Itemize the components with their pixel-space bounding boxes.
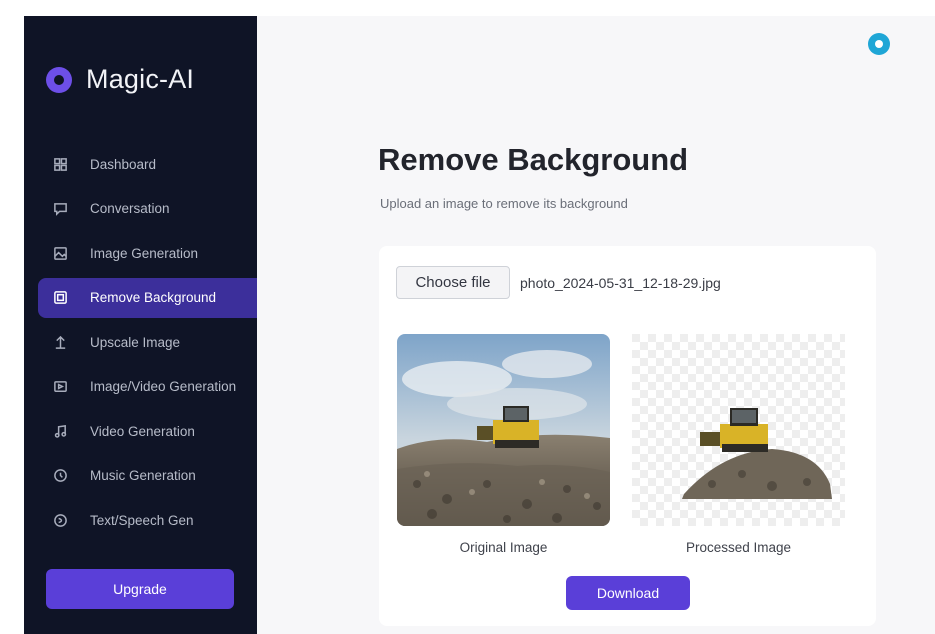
sidebar-item-label: Music Generation [90, 468, 196, 483]
sidebar-item-label: Remove Background [90, 290, 217, 305]
sidebar-nav: Dashboard Conversation Image Generation … [38, 144, 257, 545]
sidebar: Magic-AI Dashboard Conversation Image Ge… [24, 16, 257, 634]
user-status-icon[interactable] [868, 33, 890, 55]
music-note-icon [52, 423, 68, 439]
sidebar-item-video-generation[interactable]: Video Generation [38, 411, 257, 451]
download-button[interactable]: Download [566, 576, 690, 610]
image-icon [52, 245, 68, 261]
sidebar-item-label: Video Generation [90, 423, 195, 439]
original-image [397, 334, 610, 526]
sidebar-item-conversation[interactable]: Conversation [38, 189, 257, 229]
sidebar-item-music-generation[interactable]: Music Generation [38, 456, 257, 496]
grid-icon [52, 156, 68, 172]
video-frame-icon [52, 379, 68, 395]
sidebar-item-remove-background[interactable]: Remove Background [38, 277, 257, 318]
page-subtitle: Upload an image to remove its background [380, 196, 628, 211]
choose-file-button[interactable]: Choose file [396, 266, 510, 299]
magic-ai-logo-icon [46, 66, 72, 93]
brand-name: Magic-AI [86, 64, 195, 94]
speech-icon [52, 512, 68, 528]
page-title: Remove Background [378, 142, 689, 177]
sidebar-item-label: Image Generation [90, 245, 199, 261]
sidebar-item-upscale-image[interactable]: Upscale Image [38, 322, 257, 362]
clock-icon [52, 468, 68, 484]
brand[interactable]: Magic-AI [46, 64, 194, 95]
sidebar-item-label: Dashboard [90, 156, 157, 172]
chat-icon [52, 201, 68, 217]
remove-background-card: Choose file photo_2024-05-31_12-18-29.jp… [379, 246, 876, 626]
processed-image [632, 334, 845, 526]
sidebar-item-label: Upscale Image [90, 334, 181, 350]
file-input: Choose file photo_2024-05-31_12-18-29.jp… [396, 266, 721, 299]
upgrade-button[interactable]: Upgrade [46, 569, 234, 609]
original-image-caption: Original Image [459, 540, 548, 555]
selected-file-name: photo_2024-05-31_12-18-29.jpg [520, 274, 721, 291]
sidebar-item-label: Image/Video Generation [90, 379, 237, 394]
sidebar-item-dashboard[interactable]: Dashboard [38, 144, 257, 184]
sidebar-item-image-generation[interactable]: Image Generation [38, 233, 257, 273]
image-frame-icon [52, 290, 68, 306]
processed-image-caption: Processed Image [685, 540, 792, 555]
upload-arrow-icon [52, 334, 68, 350]
sidebar-item-text-speech-gen[interactable]: Text/Speech Gen [38, 500, 257, 540]
sidebar-item-image-video-generation[interactable]: Image/Video Generation [38, 367, 257, 407]
sidebar-item-label: Conversation [90, 201, 170, 216]
sidebar-item-label: Text/Speech Gen [90, 512, 194, 528]
